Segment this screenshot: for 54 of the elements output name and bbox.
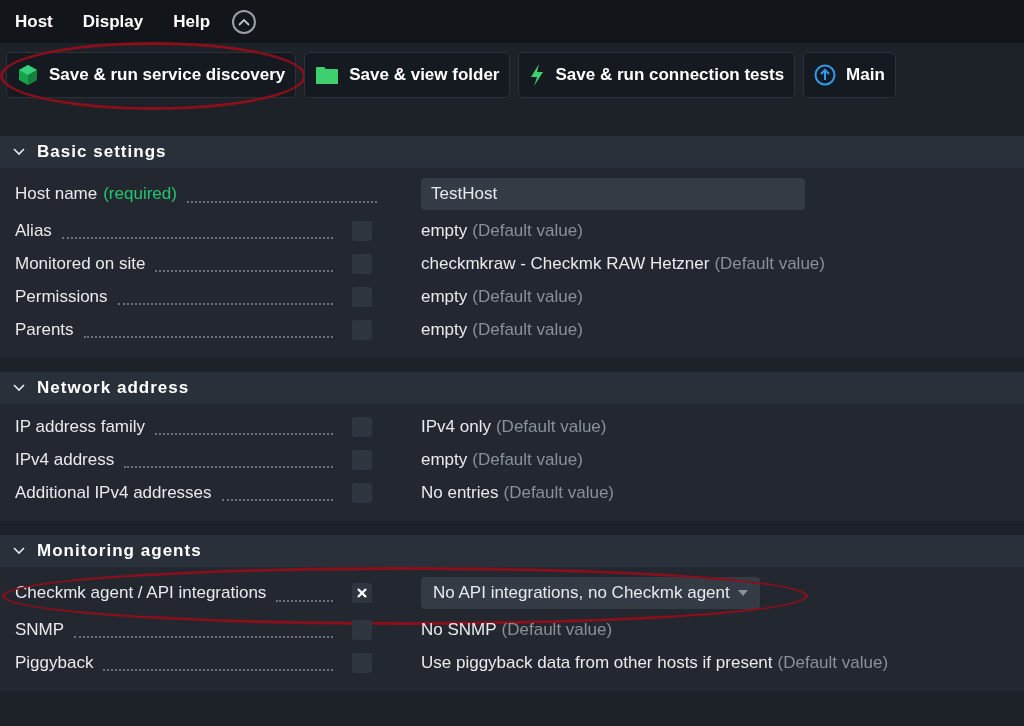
field-label: Piggyback — [15, 651, 94, 674]
input-field[interactable]: TestHost — [421, 178, 805, 210]
default-note: (Default value) — [472, 318, 583, 341]
section-title: Monitoring agents — [37, 540, 202, 563]
toolbar-button[interactable]: Save & run service discovery — [6, 52, 297, 98]
field-label: Host name — [15, 183, 98, 206]
field-value: checkmkraw - Checkmk RAW Hetzner — [421, 252, 710, 275]
checkbox[interactable] — [352, 619, 372, 640]
required-note: (required) — [103, 183, 177, 206]
field-value: empty — [421, 448, 468, 471]
field-value: No SNMP — [421, 618, 497, 641]
field-label: IP address family — [15, 415, 146, 438]
default-note: (Default value) — [714, 252, 825, 275]
cube-icon — [17, 64, 39, 86]
default-note: (Default value) — [501, 618, 613, 641]
arrow-up-circle-icon — [814, 64, 837, 86]
default-note: (Default value) — [503, 481, 615, 504]
field-label: Alias — [15, 219, 52, 242]
field-label: Monitored on site — [15, 252, 146, 275]
field-label: Checkmk agent / API integrations — [15, 582, 267, 605]
field-label: IPv4 address — [15, 448, 115, 471]
field-label: Permissions — [15, 285, 108, 308]
menu-item[interactable]: Display — [82, 8, 144, 35]
default-note: (Default value) — [777, 651, 889, 674]
caret-icon — [737, 590, 748, 596]
field-value: empty — [421, 318, 468, 341]
menu-item[interactable]: Host — [15, 8, 53, 35]
default-note: (Default value) — [472, 448, 583, 471]
menu-item[interactable]: Help — [173, 8, 211, 35]
field-value: IPv4 only — [421, 415, 491, 438]
toolbar-button[interactable]: Save & view folder — [304, 52, 511, 98]
checkbox[interactable] — [352, 583, 372, 603]
default-note: (Default value) — [472, 285, 583, 308]
lightning-icon — [529, 63, 546, 87]
section-title: Network address — [37, 377, 190, 400]
default-note: (Default value) — [495, 415, 607, 438]
section-header[interactable]: Monitoring agents — [0, 535, 1024, 567]
field-label: SNMP — [15, 618, 65, 641]
field-label: Parents — [15, 318, 74, 341]
dropdown[interactable]: No API integrations, no Checkmk agent — [421, 577, 760, 609]
field-value: Use piggyback data from other hosts if present — [421, 651, 773, 674]
folder-icon — [315, 65, 340, 85]
toolbar-button[interactable]: Main — [803, 52, 896, 98]
toolbar-button[interactable]: Save & run connection tests — [518, 52, 796, 98]
field-label: Additional IPv4 addresses — [15, 481, 212, 504]
section-header[interactable]: Basic settings — [0, 136, 1024, 168]
section-header[interactable]: Network address — [0, 372, 1024, 404]
field-value: empty — [421, 285, 468, 308]
section-title: Basic settings — [37, 141, 167, 164]
field-value: empty — [421, 219, 468, 242]
default-note: (Default value) — [472, 219, 583, 242]
collapse-icon[interactable] — [232, 9, 257, 34]
field-value: No entries — [421, 481, 499, 504]
x-icon — [356, 587, 368, 599]
